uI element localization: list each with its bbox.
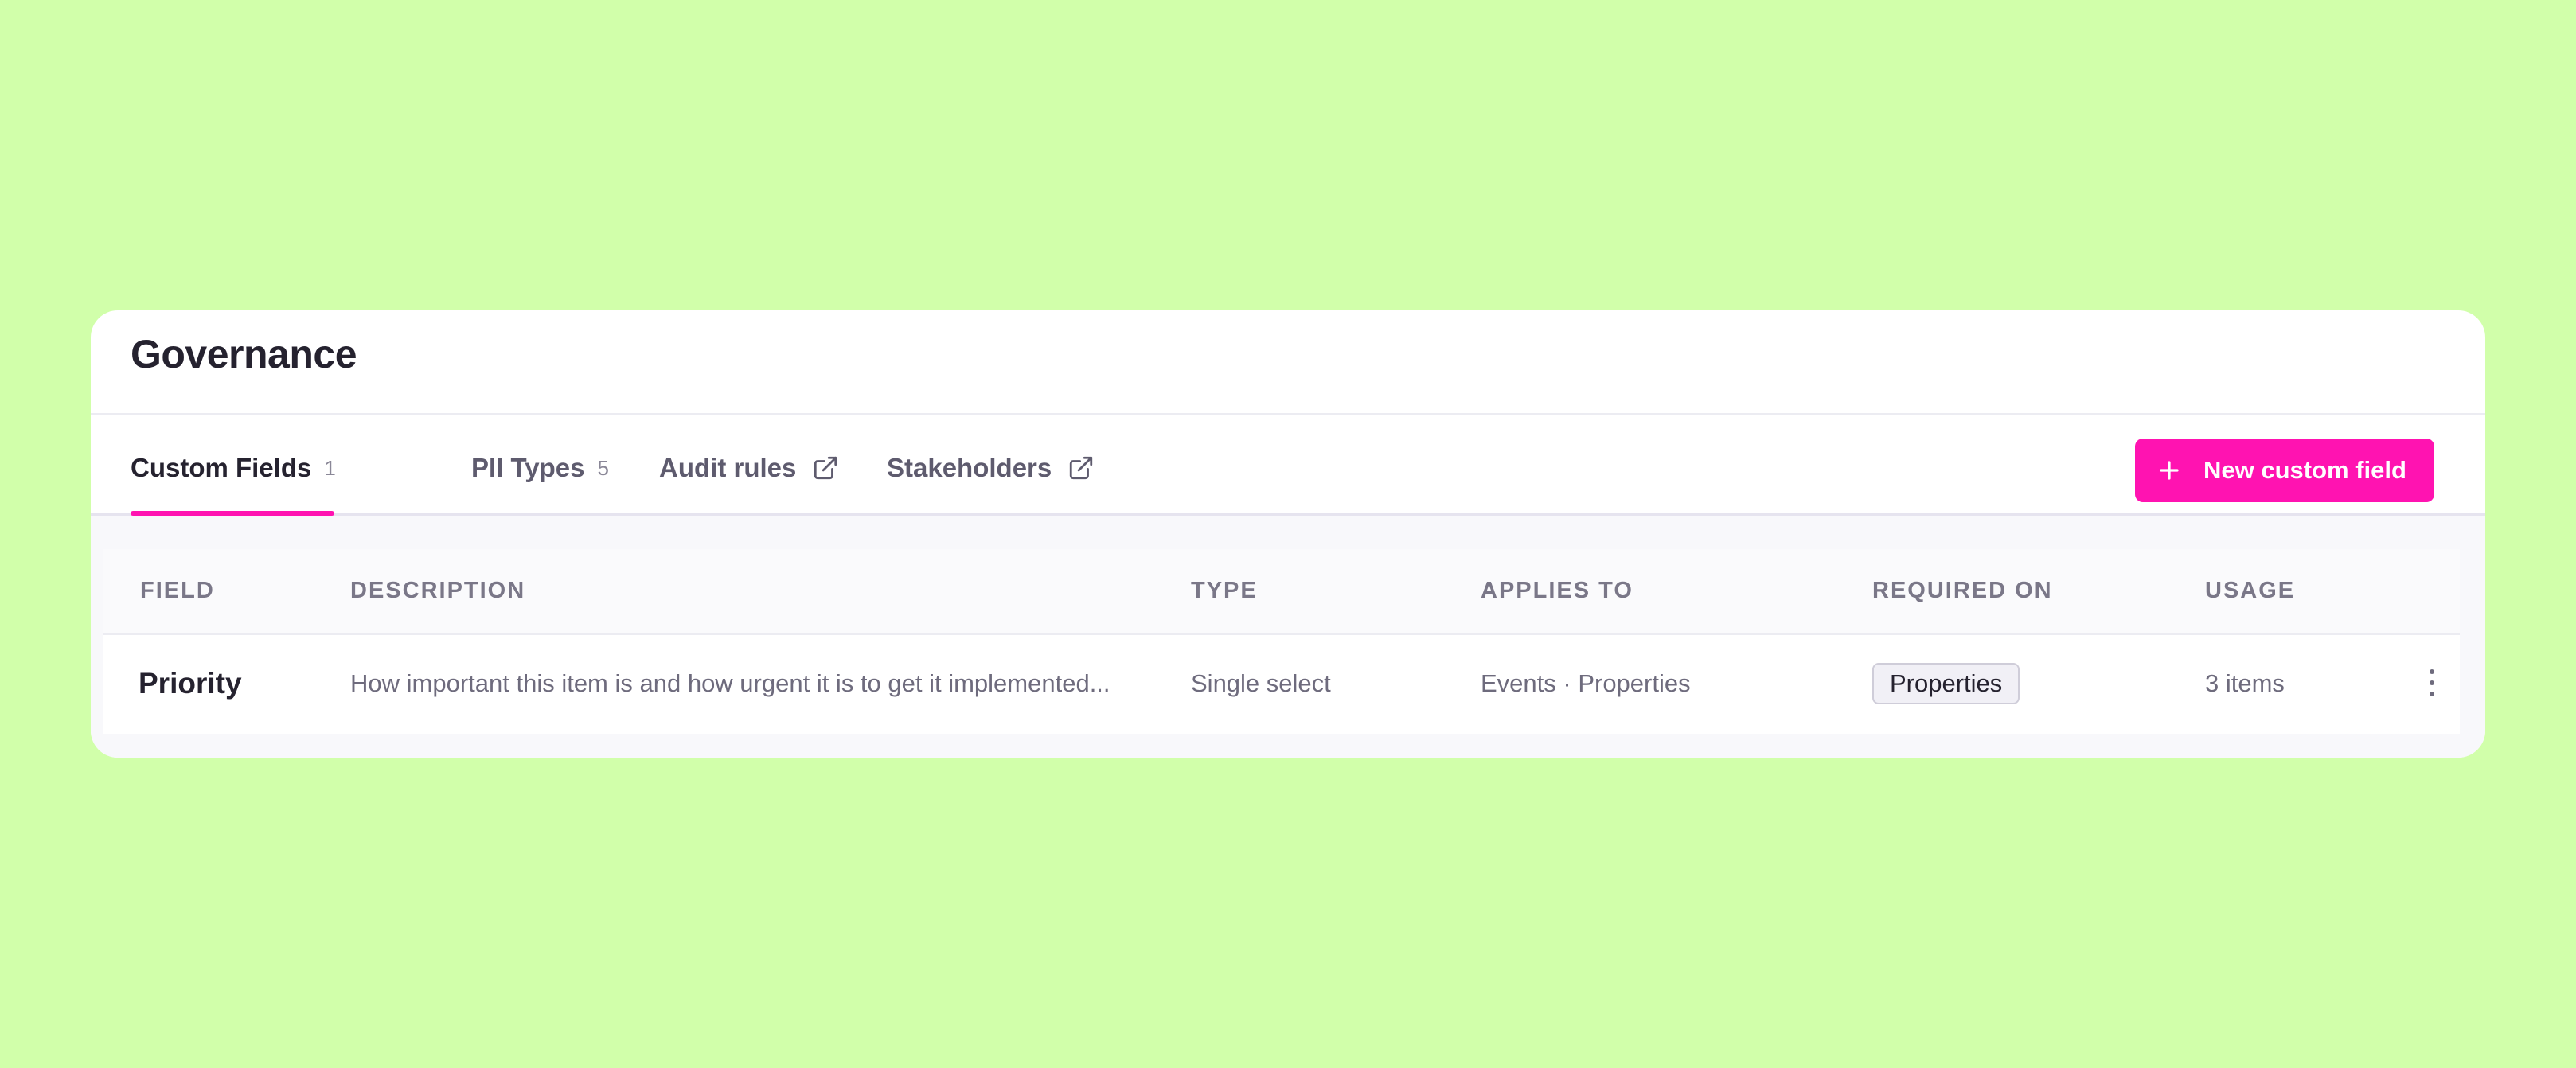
column-header-field: FIELD [140,578,215,603]
tab-count: 1 [324,455,336,480]
field-type: Single select [1191,669,1331,697]
field-required-on: Properties [1872,635,2020,732]
field-name: Priority [139,667,242,700]
tabs-bar: Custom Fields 1 PII Types 5 Audit rules … [91,415,2485,516]
card-header: Governance [91,310,2485,415]
more-vertical-icon[interactable] [2420,667,2444,699]
field-applies-to: Events · Properties [1481,669,1691,697]
table-area: FIELD DESCRIPTION TYPE APPLIES TO REQUIR… [91,516,2485,758]
column-header-type: TYPE [1191,578,1258,603]
page-title: Governance [131,332,357,376]
tab-label: PII Types [471,453,585,482]
table-row[interactable]: Priority How important this item is and … [103,635,2460,732]
tab-label: Custom Fields [131,453,312,482]
external-link-icon [1070,456,1093,480]
column-header-description: DESCRIPTION [350,578,526,603]
table-header: FIELD DESCRIPTION TYPE APPLIES TO REQUIR… [103,549,2460,635]
external-link-icon [814,456,837,480]
tab-label: Audit rules [659,453,797,482]
tab-pii-types[interactable]: PII Types 5 [471,415,609,513]
field-description: How important this item is and how urgen… [350,669,1110,697]
tab-label: Stakeholders [887,453,1052,482]
new-custom-field-button[interactable]: New custom field [2135,439,2434,502]
tab-custom-fields[interactable]: Custom Fields 1 [131,415,336,513]
column-header-usage: USAGE [2205,578,2296,603]
governance-card: Governance Custom Fields 1 PII Types 5 A… [91,310,2485,758]
column-header-applies-to: APPLIES TO [1481,578,1633,603]
new-custom-field-label: New custom field [2203,456,2406,484]
required-on-badge: Properties [1872,663,2020,704]
tab-audit-rules[interactable]: Audit rules [659,415,839,513]
column-header-required-on: REQUIRED ON [1872,578,2053,603]
custom-fields-table: FIELD DESCRIPTION TYPE APPLIES TO REQUIR… [103,549,2460,734]
plus-icon [2160,461,2179,480]
tab-stakeholders[interactable]: Stakeholders [887,415,1095,513]
tab-count: 5 [597,455,609,480]
field-usage: 3 items [2205,669,2285,697]
